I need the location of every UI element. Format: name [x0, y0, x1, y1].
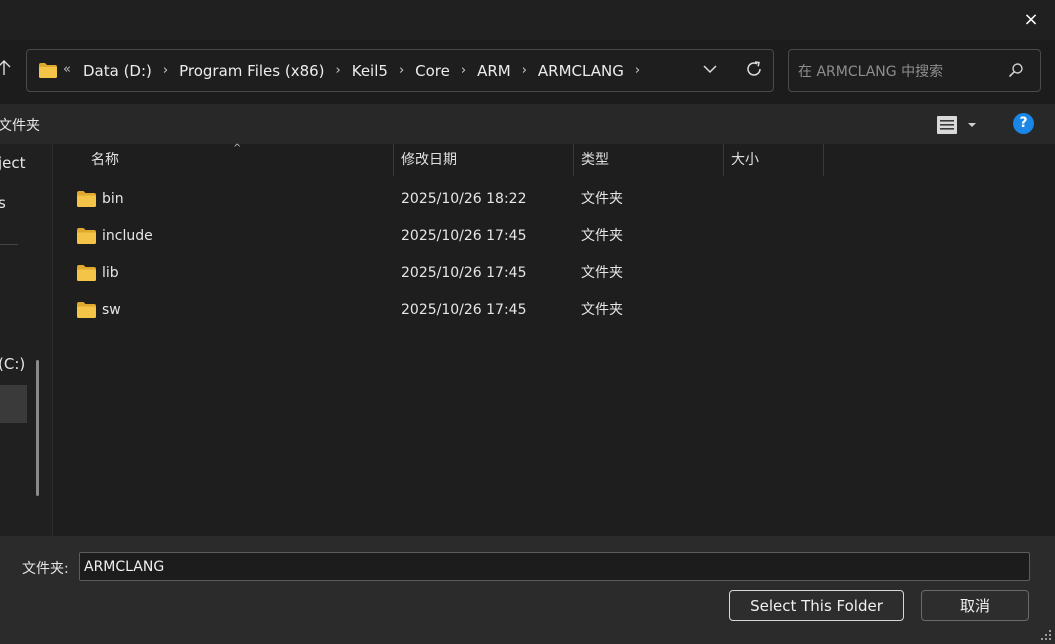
caret-down-icon[interactable]	[966, 120, 978, 130]
breadcrumb-item[interactable]: Core	[413, 62, 452, 80]
nav-item-s[interactable]: s	[0, 194, 6, 212]
chevron-right-icon[interactable]: ›	[399, 63, 404, 78]
nav-divider	[0, 244, 18, 245]
search-icon[interactable]	[1008, 62, 1024, 78]
file-name: include	[102, 228, 153, 244]
chevron-right-icon[interactable]: ›	[461, 63, 466, 78]
new-folder-button[interactable]: 文件夹	[0, 115, 40, 135]
select-folder-button[interactable]: Select This Folder	[729, 590, 904, 621]
title-bar: ×	[0, 0, 1055, 40]
folder-icon	[39, 63, 57, 78]
file-row[interactable]: lib 2025/10/26 17:45 文件夹	[73, 255, 1033, 292]
chevron-down-icon[interactable]	[701, 60, 719, 78]
file-modified: 2025/10/26 17:45	[401, 228, 527, 244]
help-icon: ?	[1019, 115, 1028, 131]
cancel-button[interactable]: 取消	[921, 590, 1029, 621]
file-modified: 2025/10/26 18:22	[401, 191, 527, 207]
column-divider[interactable]	[393, 144, 394, 176]
file-name: lib	[102, 265, 119, 281]
file-row[interactable]: sw 2025/10/26 17:45 文件夹	[73, 292, 1033, 329]
column-divider[interactable]	[723, 144, 724, 176]
close-icon: ×	[1023, 9, 1039, 30]
breadcrumb-item[interactable]: ARMCLANG	[536, 62, 626, 80]
search-input[interactable]	[789, 50, 1000, 93]
navigation-pane: ject s (C:)	[0, 144, 53, 536]
file-type: 文件夹	[581, 191, 623, 207]
command-bar: 文件夹 ?	[0, 104, 1055, 144]
chevron-right-icon[interactable]: ›	[635, 63, 640, 78]
column-divider[interactable]	[573, 144, 574, 176]
breadcrumb-item[interactable]: Data (D:)	[81, 62, 154, 80]
close-button[interactable]: ×	[1021, 10, 1041, 30]
folder-input[interactable]	[79, 552, 1030, 581]
arrow-up-icon	[0, 60, 11, 75]
file-row[interactable]: include 2025/10/26 17:45 文件夹	[73, 218, 1033, 255]
folder-icon	[77, 191, 96, 207]
file-type: 文件夹	[581, 265, 623, 281]
breadcrumb: Data (D:) › Program Files (x86) › Keil5 …	[81, 50, 649, 91]
column-divider[interactable]	[823, 144, 824, 176]
help-button[interactable]: ?	[1013, 113, 1034, 134]
folder-label: 文件夹:	[22, 561, 69, 577]
folder-icon	[77, 228, 96, 244]
column-header-type[interactable]: 类型	[581, 144, 721, 176]
folder-icon	[77, 265, 96, 281]
nav-scrollbar[interactable]	[36, 360, 39, 496]
chevron-right-icon[interactable]: ›	[522, 63, 527, 78]
nav-item-drive-c[interactable]: (C:)	[0, 355, 25, 373]
file-type: 文件夹	[581, 228, 623, 244]
file-name: bin	[102, 191, 124, 207]
resize-grip-icon[interactable]	[1041, 630, 1051, 640]
chevron-right-icon[interactable]: ›	[336, 63, 341, 78]
dialog-footer: 文件夹: Select This Folder 取消	[0, 536, 1055, 644]
column-header-size[interactable]: 大小	[731, 144, 821, 176]
file-modified: 2025/10/26 17:45	[401, 302, 527, 318]
file-name: sw	[102, 302, 121, 318]
column-header-name[interactable]: 名称	[91, 144, 391, 176]
folder-icon	[77, 302, 96, 318]
column-header-modified[interactable]: 修改日期	[401, 144, 571, 176]
refresh-icon[interactable]	[744, 59, 764, 79]
chevron-right-icon[interactable]: ›	[163, 63, 168, 78]
breadcrumb-item[interactable]: ARM	[475, 62, 513, 80]
file-type: 文件夹	[581, 302, 623, 318]
up-button[interactable]	[0, 58, 12, 82]
nav-item-project[interactable]: ject	[0, 154, 26, 172]
search-box	[788, 49, 1041, 93]
view-options-icon[interactable]	[936, 114, 958, 136]
file-list: ^ 名称 修改日期 类型 大小 bin 2025/10/26 18:22 文件夹…	[53, 143, 1055, 536]
breadcrumb-item[interactable]: Program Files (x86)	[177, 62, 326, 80]
breadcrumb-overflow[interactable]: «	[63, 62, 71, 77]
file-modified: 2025/10/26 17:45	[401, 265, 527, 281]
nav-item-selected[interactable]	[0, 385, 27, 423]
breadcrumb-item[interactable]: Keil5	[350, 62, 390, 80]
address-bar[interactable]: « Data (D:) › Program Files (x86) › Keil…	[26, 49, 774, 92]
navigation-bar: « Data (D:) › Program Files (x86) › Keil…	[0, 40, 1055, 104]
file-row[interactable]: bin 2025/10/26 18:22 文件夹	[73, 181, 1033, 218]
